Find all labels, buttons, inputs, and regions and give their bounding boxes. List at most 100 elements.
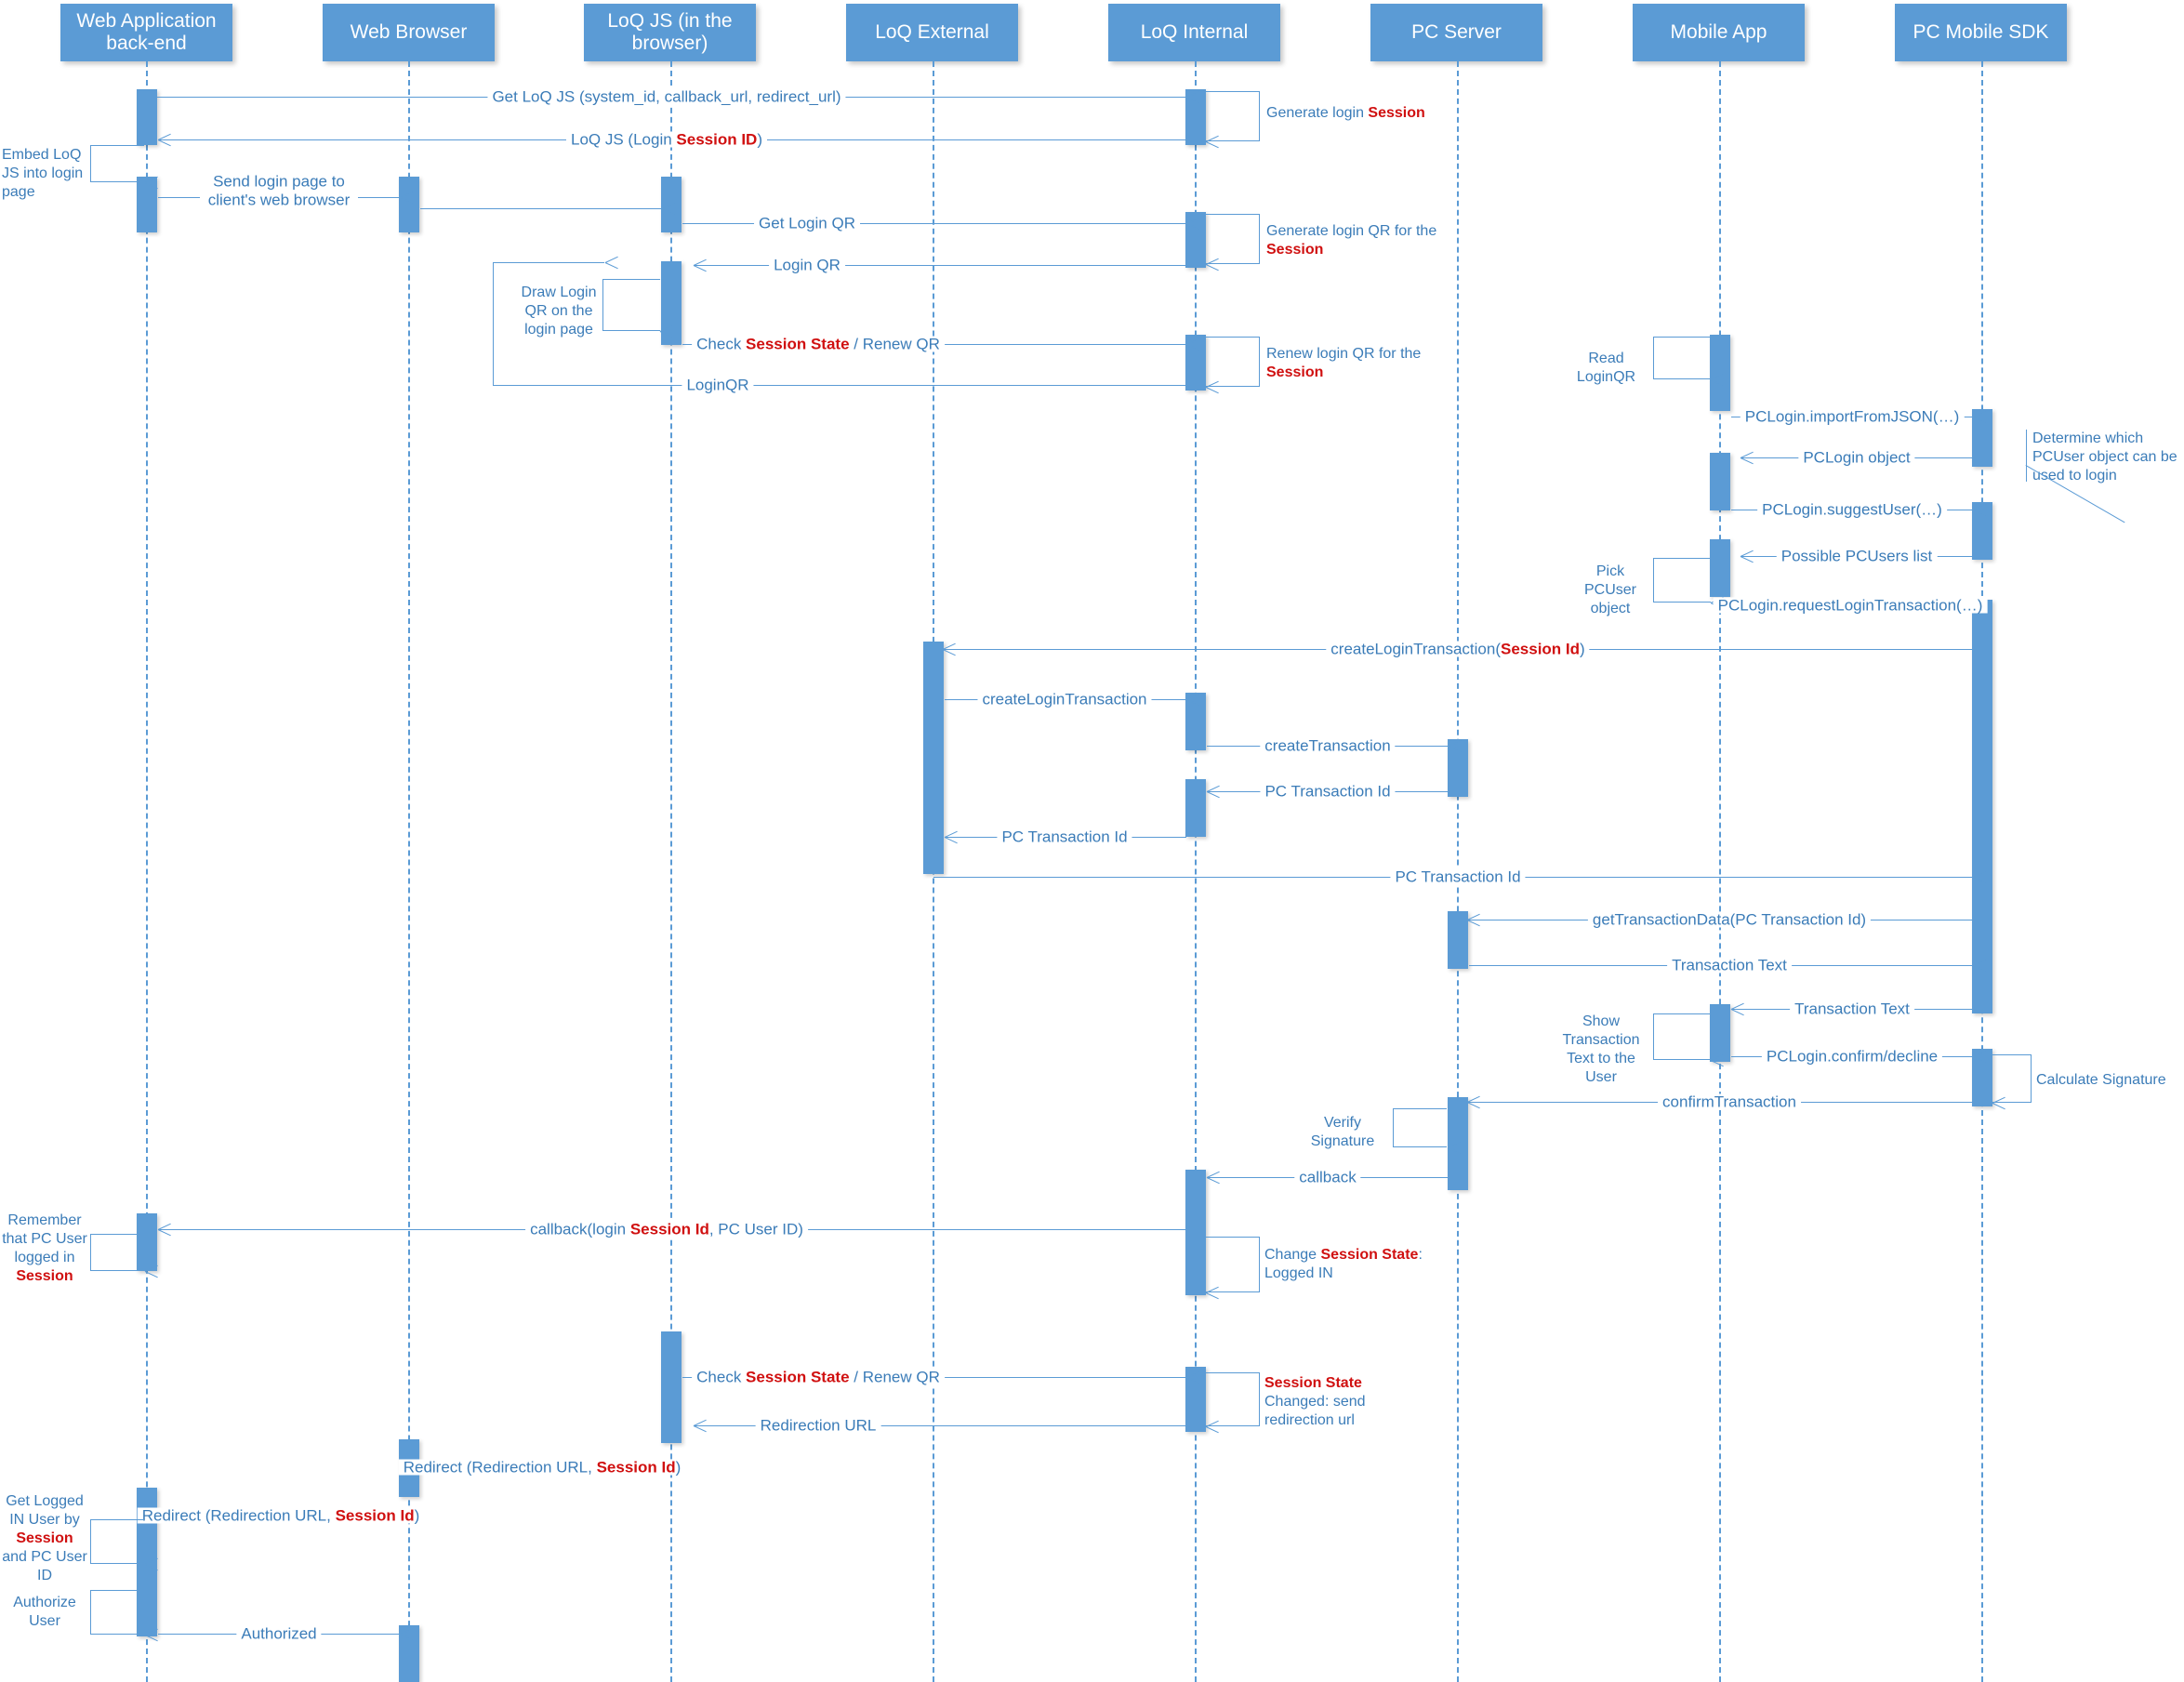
- arrowhead-n04: [646, 324, 659, 338]
- message-label-m10: PCLogin object: [1798, 449, 1915, 466]
- arrowhead-m24: [1467, 1095, 1480, 1108]
- lifeline-header-pcsdk[interactable]: PC Mobile SDK: [1895, 4, 2067, 61]
- arrowhead-m17: [1207, 785, 1220, 798]
- message-label-m13: PCLogin.requestLoginTransaction(…): [1713, 597, 1988, 614]
- message-label-m15: createLoginTransaction: [977, 691, 1152, 708]
- loop-line-loginqr-top: [493, 262, 604, 263]
- arrowhead-m23: [1960, 1050, 1973, 1063]
- note-change-session-state: Change Session State: Logged IN: [1264, 1247, 1423, 1281]
- message-label-m18: PC Transaction Id: [997, 828, 1132, 845]
- arrowhead-n01: [1206, 135, 1219, 148]
- self-message-session-state-changed: [1206, 1372, 1260, 1426]
- self-message-renew-login-qr: [1206, 337, 1260, 387]
- activation-browser-1: [399, 177, 419, 232]
- message-label-m09: PCLogin.importFromJSON(…): [1740, 408, 1965, 425]
- note-pick-pcuser: Pick PCUser object: [1583, 563, 1636, 616]
- self-message-generate-session: [1206, 91, 1260, 141]
- note-verify-signature: Verify Signature: [1310, 1115, 1375, 1149]
- message-label-m17: PC Transaction Id: [1260, 783, 1396, 800]
- lifeline-label-pcsdk: PC Mobile SDK: [1913, 20, 2049, 43]
- arrowhead-m19: [1960, 870, 1973, 883]
- message-label-m30: Redirect (Redirection URL, Session Id): [137, 1507, 425, 1524]
- self-message-change-session-state: [1206, 1237, 1260, 1292]
- lifeline-header-pcserver[interactable]: PC Server: [1370, 4, 1542, 61]
- note-draw-login-qr: Draw Login QR on the login page: [521, 285, 597, 338]
- arrowhead-n13: [1206, 1286, 1219, 1299]
- message-line-m06: [694, 265, 1186, 266]
- message-label-m23: PCLogin.confirm/decline: [1761, 1048, 1943, 1065]
- arrowhead-m05: [1173, 217, 1186, 230]
- message-label-m01: Get LoQ JS (system_id, callback_url, red…: [487, 88, 846, 105]
- lifeline-label-browser: Web Browser: [350, 20, 468, 43]
- message-label-m28: Redirection URL: [755, 1417, 881, 1434]
- note-remember-pcuser: Remember that PC User logged in Session: [2, 1212, 87, 1284]
- activation-loqjs-3: [661, 1331, 682, 1443]
- arrowhead-n11: [1435, 1141, 1448, 1154]
- message-label-m21: Transaction Text: [1667, 957, 1792, 973]
- arrowhead-n12: [131, 1265, 144, 1278]
- lifeline-header-mobile[interactable]: Mobile App: [1633, 4, 1805, 61]
- message-label-m24: confirmTransaction: [1658, 1093, 1801, 1110]
- lifeline-loqint: [1195, 61, 1197, 1682]
- sequence-diagram-canvas: Web Application back-end Web Browser LoQ…: [0, 0, 2184, 1682]
- arrowhead-m11: [1960, 503, 1973, 516]
- message-label-m11: PCLogin.suggestUser(…): [1757, 501, 1947, 518]
- arrowhead-m06: [694, 258, 707, 272]
- note-generate-session: Generate login Session: [1266, 105, 1425, 121]
- message-label-m20: getTransactionData(PC Transaction Id): [1587, 911, 1872, 928]
- lifeline-header-loqint[interactable]: LoQ Internal: [1108, 4, 1280, 61]
- note-determine-pcuser: Determine which PCUser object can be use…: [2032, 430, 2177, 483]
- arrowhead-m16: [1436, 739, 1449, 752]
- message-label-m12: Possible PCUsers list: [1776, 548, 1938, 564]
- lifeline-label-loqjs: LoQ JS (in the browser): [607, 9, 733, 54]
- message-label-m29: Redirect (Redirection URL, Session Id): [398, 1459, 686, 1476]
- message-label-m25: callback: [1294, 1169, 1361, 1185]
- message-label-m27: Check Session State / Renew QR: [692, 1369, 945, 1385]
- lifeline-header-webapp[interactable]: Web Application back-end: [60, 4, 232, 61]
- message-label-m05: Get Login QR: [754, 215, 860, 232]
- arrowhead-m28: [694, 1419, 707, 1432]
- arrowhead-n08: [1697, 596, 1710, 609]
- arrowhead-n09: [1697, 1053, 1710, 1066]
- note-get-logged-in-user: Get Logged IN User by Session and PC Use…: [2, 1493, 87, 1583]
- message-label-m22: Transaction Text: [1790, 1000, 1914, 1017]
- lifeline-label-loqint: LoQ Internal: [1140, 20, 1249, 43]
- lifeline-webapp: [146, 61, 148, 1682]
- activation-loqint-4: [1185, 693, 1206, 750]
- activation-loqint-2: [1185, 212, 1206, 268]
- arrowhead-m14: [943, 642, 956, 656]
- arrowhead-n06: [1697, 373, 1710, 386]
- arrowhead-m10: [1741, 451, 1754, 464]
- lifeline-header-loqext[interactable]: LoQ External: [846, 4, 1018, 61]
- arrowhead-n15: [131, 1557, 144, 1570]
- note-show-transaction-text: Show Transaction Text to the User: [1562, 1013, 1640, 1085]
- lifeline-mobile: [1719, 61, 1721, 1682]
- message-label-m26: callback(login Session Id, PC User ID): [525, 1221, 808, 1238]
- message-label-m31: Authorized: [236, 1625, 322, 1642]
- note-session-state-changed: Session State Changed: send redirection …: [1264, 1375, 1366, 1428]
- message-label-m08: LoginQR: [682, 377, 754, 393]
- lifeline-header-loqjs[interactable]: LoQ JS (in the browser): [584, 4, 756, 61]
- arrowhead-m27: [1173, 1371, 1186, 1384]
- message-label-m16: createTransaction: [1260, 737, 1396, 754]
- activation-mobile-2: [1710, 453, 1730, 510]
- self-message-generate-login-qr: [1206, 214, 1260, 264]
- arrowhead-m04: [649, 202, 662, 215]
- note-read-loginqr: Read LoginQR: [1576, 351, 1636, 385]
- lifeline-label-loqext: LoQ External: [875, 20, 989, 43]
- note-renew-login-qr: Renew login QR for the Session: [1266, 346, 1422, 380]
- activation-mobile-4: [1710, 1004, 1730, 1062]
- arrowhead-n16: [131, 1628, 144, 1641]
- note-calculate-signature: Calculate Signature: [2036, 1072, 2166, 1088]
- message-label-m02: LoQ JS (Login Session ID): [566, 131, 767, 148]
- activation-webapp-1: [137, 89, 157, 145]
- arrowhead-m07: [1173, 338, 1186, 351]
- message-line-m04: [420, 208, 662, 209]
- note-tick-determine-pcuser: [2026, 430, 2027, 482]
- arrowhead-n10: [1992, 1096, 2005, 1109]
- lifeline-label-webapp: Web Application back-end: [76, 9, 217, 54]
- lifeline-header-browser[interactable]: Web Browser: [323, 4, 495, 61]
- arrowhead-m21: [1960, 959, 1973, 972]
- self-message-draw-login-qr: [602, 279, 660, 331]
- arrowhead-n14: [1206, 1420, 1219, 1433]
